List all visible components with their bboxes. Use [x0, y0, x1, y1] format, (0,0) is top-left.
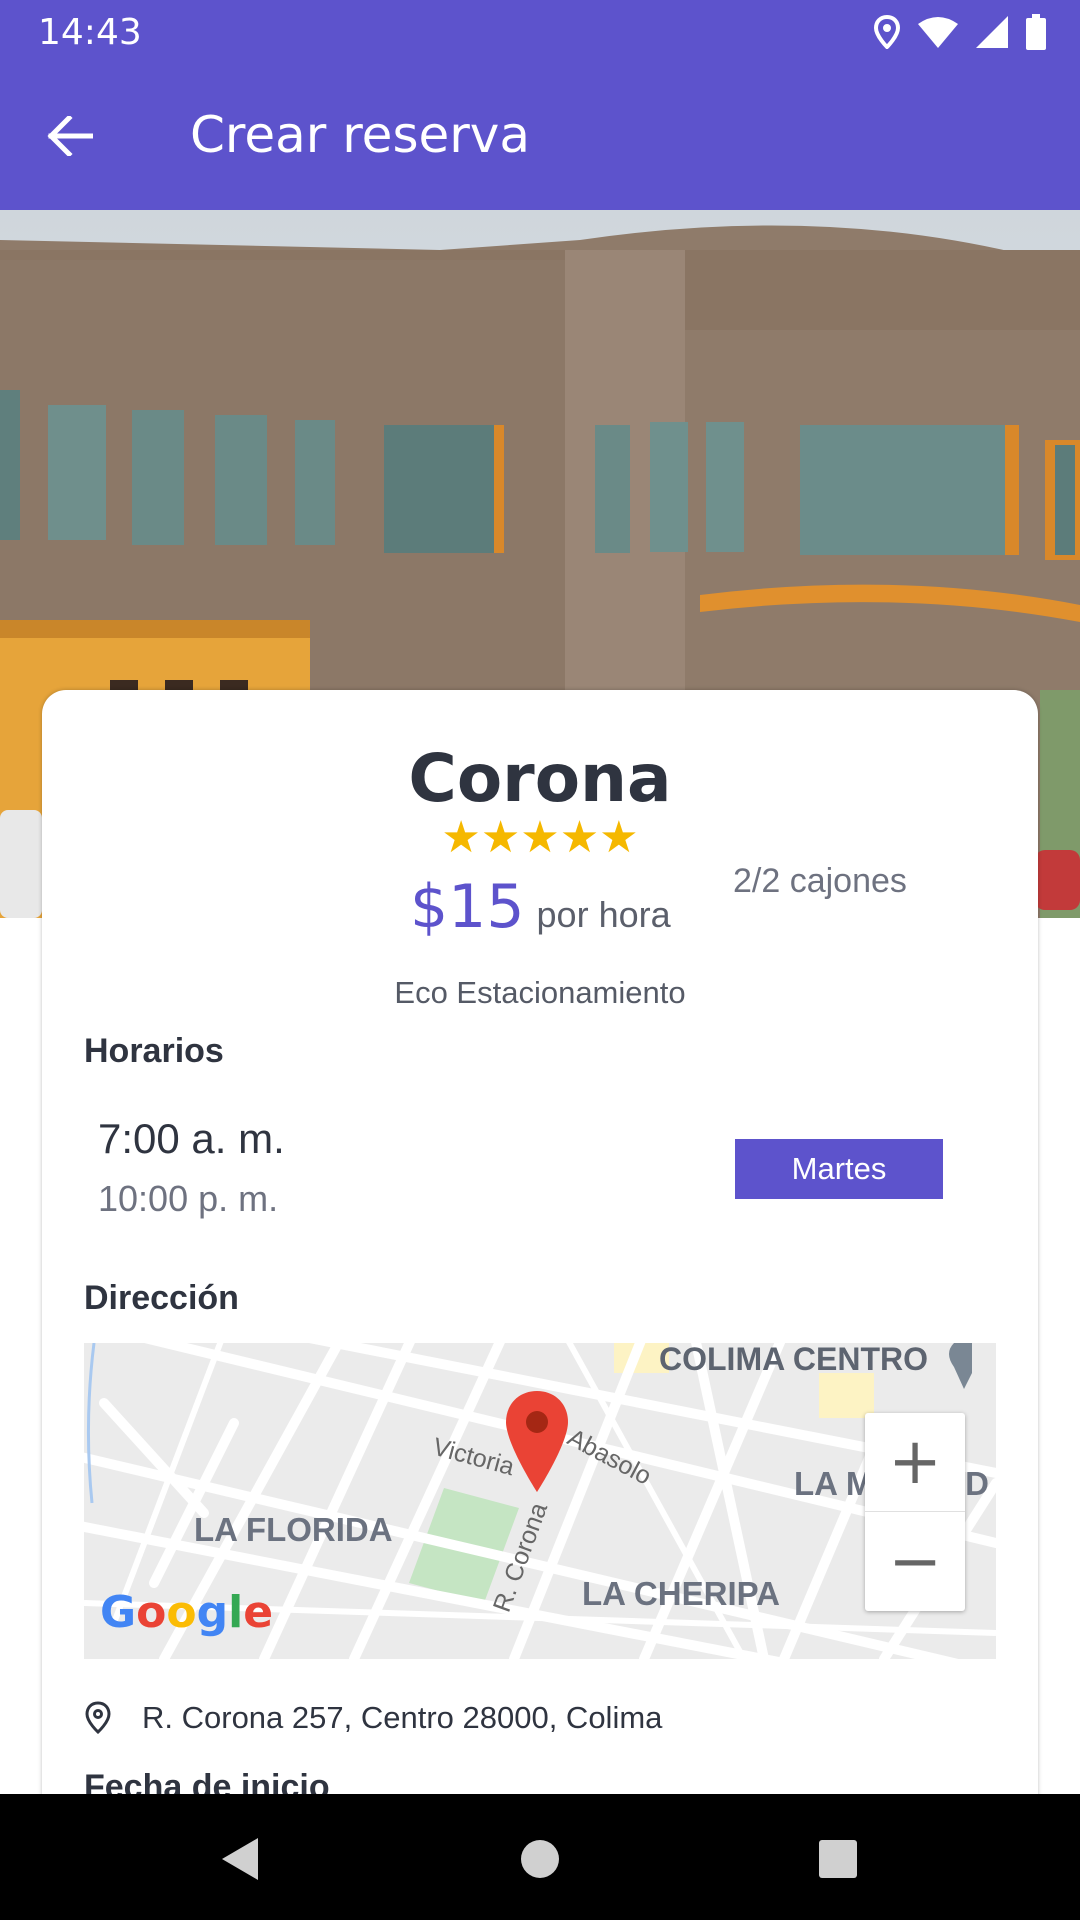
status-bar: 14:43: [0, 0, 1080, 63]
status-icons: [874, 12, 1046, 52]
map-label-centro: COLIMA CENTRO: [659, 1343, 929, 1377]
status-time: 14:43: [38, 12, 142, 53]
day-button[interactable]: Martes: [735, 1139, 943, 1199]
signal-icon: [976, 16, 1008, 48]
opening-time: 7:00 a. m.: [98, 1115, 285, 1162]
app-bar: Crear reserva: [0, 63, 1080, 210]
address-text: R. Corona 257, Centro 28000, Colima: [142, 1700, 663, 1735]
location-map[interactable]: COLIMA CENTRO LA FLORIDA LA MERCED LA CH…: [84, 1343, 996, 1659]
capacity-text: 2/2 cajones: [733, 862, 907, 900]
nav-home-button[interactable]: [500, 1824, 580, 1894]
nav-recents-button[interactable]: [798, 1824, 878, 1894]
price: $15: [410, 872, 525, 942]
zoom-out-button[interactable]: −: [865, 1512, 965, 1611]
triangle-back-icon: [222, 1838, 258, 1880]
back-button[interactable]: [30, 101, 110, 171]
zoom-in-button[interactable]: +: [865, 1413, 965, 1512]
navigation-bar: [0, 1794, 1080, 1920]
wifi-icon: [918, 17, 958, 48]
google-logo: Google: [100, 1587, 274, 1638]
rating-stars: ★★★★★: [441, 813, 639, 862]
price-unit: por hora: [536, 894, 671, 935]
map-label-florida: LA FLORIDA: [194, 1511, 393, 1548]
closing-time: 10:00 p. m.: [98, 1178, 279, 1219]
circle-home-icon: [521, 1840, 559, 1878]
location-icon: [874, 15, 900, 49]
address-title: Dirección: [84, 1279, 239, 1317]
square-recents-icon: [819, 1840, 857, 1878]
battery-icon: [1026, 14, 1046, 50]
parking-name: Corona: [408, 740, 672, 817]
parking-type: Eco Estacionamiento: [394, 975, 686, 1010]
location-pin-icon: [85, 1701, 111, 1735]
nav-back-button[interactable]: [200, 1824, 280, 1894]
zoom-control: + −: [865, 1413, 965, 1611]
address-row: R. Corona 257, Centro 28000, Colima: [84, 1700, 662, 1736]
schedule-title: Horarios: [84, 1032, 224, 1070]
map-label-cheripa: LA CHERIPA: [582, 1575, 780, 1612]
location-marker-icon: [506, 1391, 568, 1492]
price-row: $15 por hora: [410, 872, 671, 942]
arrow-back-icon: [47, 116, 93, 156]
page-title: Crear reserva: [190, 106, 531, 164]
